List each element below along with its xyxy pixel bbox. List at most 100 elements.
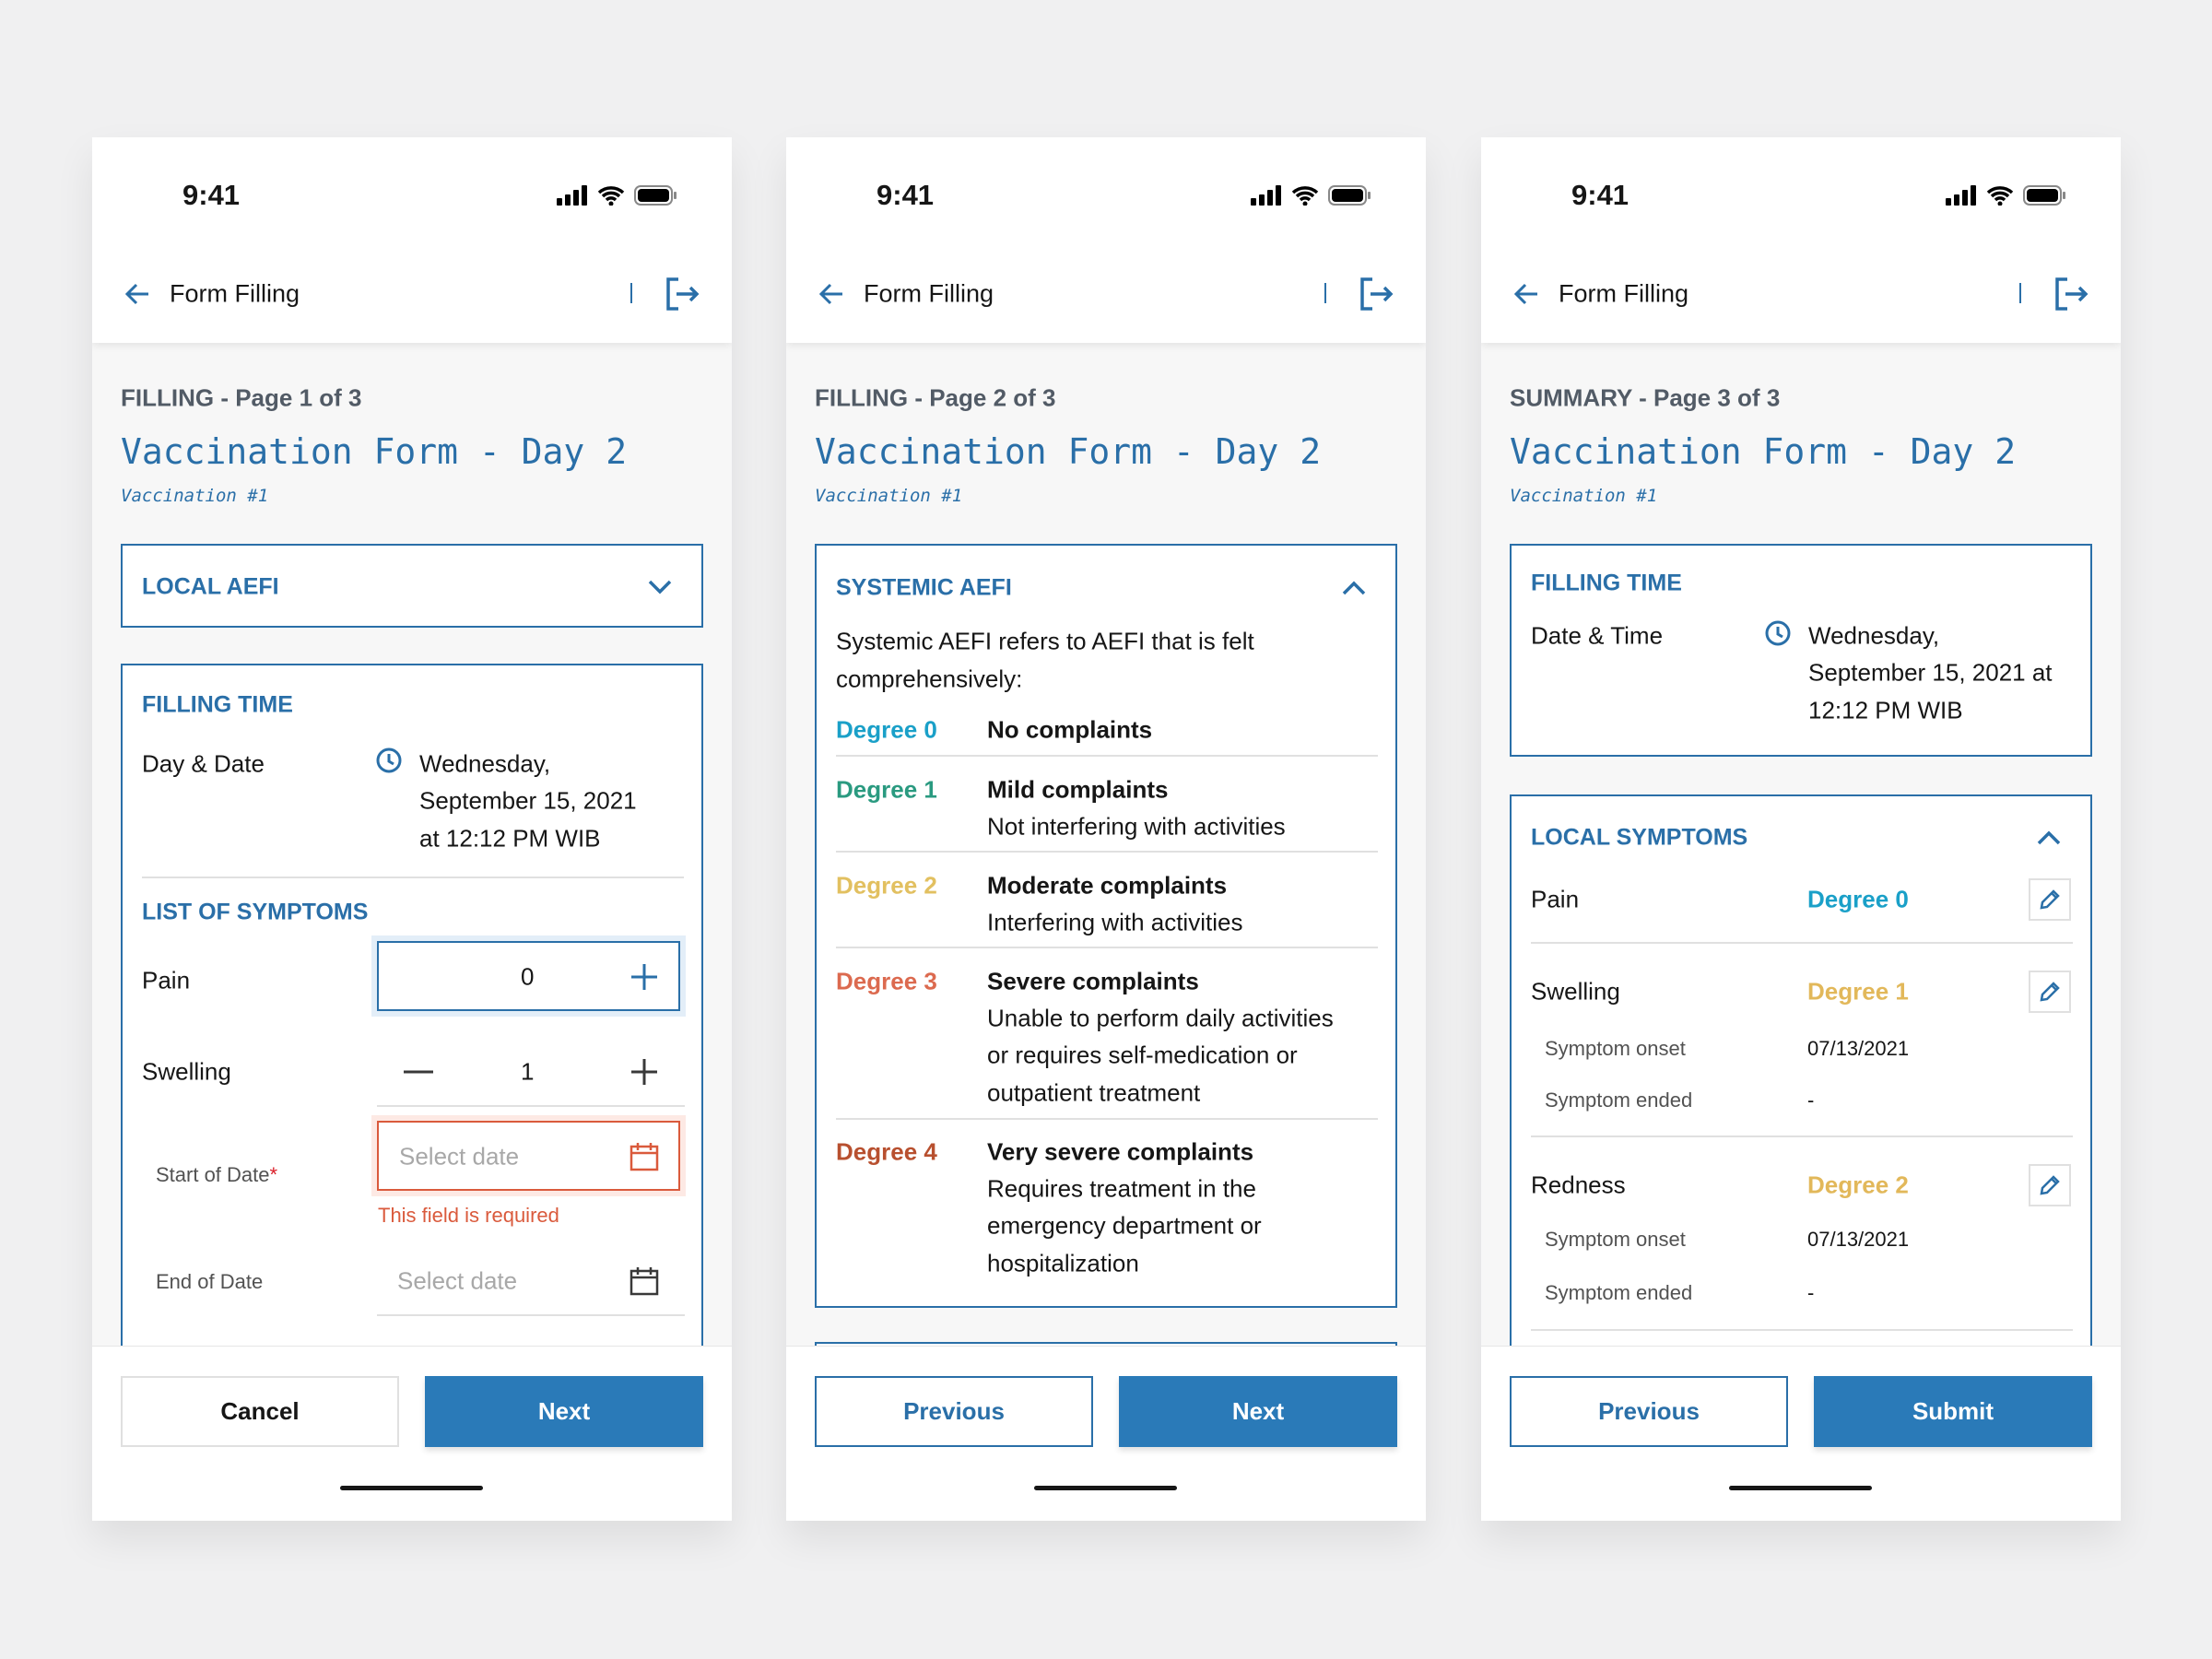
battery-icon	[1328, 185, 1371, 206]
header-divider	[630, 283, 632, 303]
degree-title: No complaints	[987, 715, 1153, 744]
degree-description: Not interfering with activities	[987, 812, 1286, 841]
pencil-icon	[2040, 1175, 2060, 1195]
phone-screen-page-2: 9:41 Form Filling FILLING - Page 2 of 3 …	[786, 137, 1426, 1521]
divider	[1531, 942, 2073, 944]
onset-value: 07/13/2021	[1807, 1037, 1910, 1060]
edit-button[interactable]	[2029, 1164, 2071, 1206]
ended-label: Symptom ended	[1545, 1281, 1693, 1304]
plus-icon[interactable]	[629, 962, 659, 992]
divider	[836, 947, 1378, 948]
edit-button[interactable]	[2029, 878, 2071, 921]
header-title: Form Filling	[1559, 279, 1689, 308]
degree-label: Degree 0	[836, 715, 937, 744]
degree-description: outpatient treatment	[987, 1078, 1201, 1107]
degree-label: Degree 2	[836, 871, 937, 900]
filling-time-title: FILLING TIME	[1531, 570, 1682, 596]
logout-icon[interactable]	[1358, 276, 1394, 312]
degree-label: Degree 1	[836, 775, 937, 804]
degree-title: Mild complaints	[987, 775, 1169, 804]
symptom-degree: Degree 1	[1807, 977, 1909, 1006]
pain-value: 0	[521, 962, 535, 991]
submit-button[interactable]: Submit	[1814, 1376, 2092, 1447]
logout-icon[interactable]	[2053, 276, 2089, 312]
date-value-line: Wednesday,	[1808, 621, 1940, 650]
form-subtitle: Vaccination #1	[1510, 486, 1658, 506]
header-title: Form Filling	[170, 279, 300, 308]
divider	[377, 1105, 685, 1107]
status-icons	[1946, 185, 2065, 206]
status-time: 9:41	[877, 179, 935, 211]
symptoms-title: LIST OF SYMPTOMS	[142, 899, 369, 925]
signal-icon	[557, 185, 587, 206]
wifi-icon	[1291, 186, 1319, 206]
degree-title: Very severe complaints	[987, 1137, 1254, 1166]
degree-title: Moderate complaints	[987, 871, 1228, 900]
start-date-input[interactable]: Select date	[377, 1121, 680, 1191]
calendar-icon[interactable]	[629, 1142, 659, 1171]
calendar-icon[interactable]	[629, 1266, 659, 1296]
accordion-title: LOCAL AEFI	[142, 573, 279, 600]
form-subtitle: Vaccination #1	[121, 486, 269, 506]
start-date-placeholder: Select date	[399, 1142, 520, 1171]
status-icons	[557, 185, 677, 206]
status-time: 9:41	[1571, 179, 1630, 211]
cancel-button[interactable]: Cancel	[121, 1376, 399, 1447]
section-title: SYSTEMIC AEFI	[836, 574, 1012, 601]
chevron-down-icon[interactable]	[648, 580, 672, 594]
degree-label: Degree 3	[836, 967, 937, 995]
section-description: Systemic AEFI refers to AEFI that is fel…	[836, 627, 1254, 655]
back-arrow-icon[interactable]	[1512, 280, 1540, 308]
section-description: comprehensively:	[836, 665, 1023, 693]
end-date-input[interactable]: Select date	[377, 1246, 685, 1316]
next-button[interactable]: Next	[425, 1376, 703, 1447]
back-arrow-icon[interactable]	[818, 280, 845, 308]
footer-actions: Cancel Next	[92, 1346, 732, 1521]
local-aefi-accordion[interactable]: LOCAL AEFI	[121, 544, 703, 628]
status-icons	[1251, 185, 1371, 206]
minus-icon[interactable]	[404, 1070, 433, 1074]
section-title: LOCAL SYMPTOMS	[1531, 824, 1748, 851]
header-divider	[2019, 283, 2021, 303]
plus-icon[interactable]	[629, 1057, 659, 1087]
header-divider	[1324, 283, 1326, 303]
degree-description: Unable to perform daily activities	[987, 1004, 1334, 1032]
clock-icon	[1765, 620, 1791, 646]
pain-stepper[interactable]: 0	[377, 941, 680, 1011]
start-date-label: Start of Date*	[156, 1163, 278, 1186]
app-header: 9:41 Form Filling	[1481, 137, 2121, 343]
onset-label: Symptom onset	[1545, 1037, 1686, 1060]
home-indicator	[340, 1486, 483, 1490]
error-message: This field is required	[378, 1204, 559, 1227]
filling-time-card: FILLING TIME Date & Time Wednesday, Sept…	[1510, 544, 2092, 757]
date-value-line: Wednesday,	[419, 749, 551, 778]
footer-actions: Previous Submit	[1481, 1346, 2121, 1521]
degree-description: or requires self-medication or	[987, 1041, 1298, 1069]
divider	[142, 877, 684, 878]
page-indicator: FILLING - Page 1 of 3	[121, 383, 362, 412]
previous-button[interactable]: Previous	[1510, 1376, 1788, 1447]
back-arrow-icon[interactable]	[124, 280, 151, 308]
home-indicator	[1729, 1486, 1872, 1490]
date-value-line: September 15, 2021	[419, 786, 637, 815]
home-indicator	[1034, 1486, 1177, 1490]
date-value-line: 12:12 PM WIB	[1808, 696, 1963, 724]
next-button[interactable]: Next	[1119, 1376, 1397, 1447]
logout-icon[interactable]	[664, 276, 700, 312]
signal-icon	[1946, 185, 1976, 206]
filling-card: FILLING TIME Day & Date Wednesday, Septe…	[121, 664, 703, 1401]
chevron-up-icon[interactable]	[2037, 830, 2061, 845]
degree-description: emergency department or	[987, 1211, 1262, 1240]
chevron-up-icon[interactable]	[1342, 581, 1366, 595]
symptom-degree: Degree 0	[1807, 885, 1909, 913]
symptom-degree: Degree 2	[1807, 1171, 1909, 1199]
previous-button[interactable]: Previous	[815, 1376, 1093, 1447]
edit-button[interactable]	[2029, 971, 2071, 1013]
date-label: Date & Time	[1531, 621, 1664, 650]
symptom-name: Swelling	[1531, 977, 1620, 1006]
degree-description: hospitalization	[987, 1249, 1139, 1277]
wifi-icon	[1986, 186, 2014, 206]
divider	[1531, 1135, 2073, 1137]
date-value-line: at 12:12 PM WIB	[419, 824, 601, 853]
ended-value: -	[1807, 1281, 1815, 1304]
